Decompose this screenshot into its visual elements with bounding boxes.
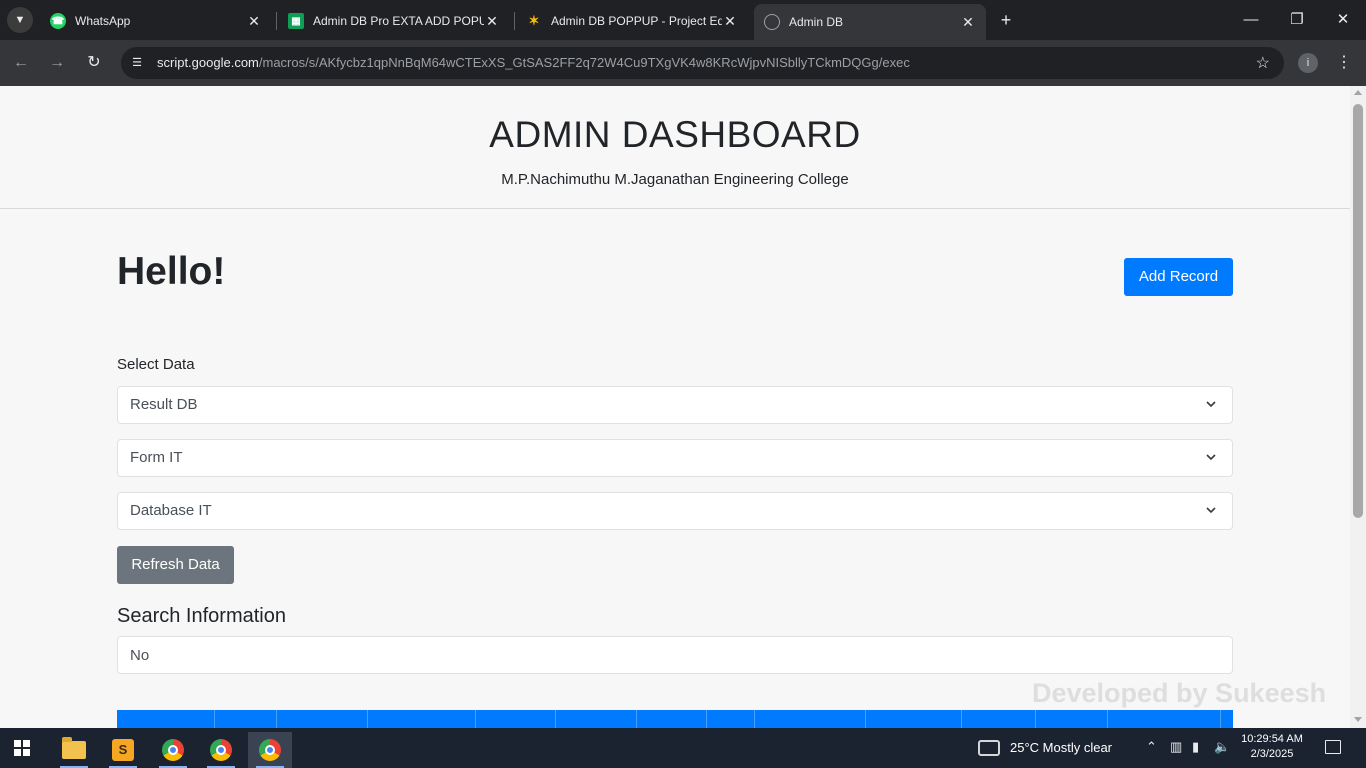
select-data-label: Select Data bbox=[117, 356, 195, 373]
notification-center-icon[interactable] bbox=[1325, 740, 1341, 754]
tab-divider bbox=[514, 12, 515, 30]
windows-taskbar: S 25°C Mostly clear ⌃ ▥ ▮ 🔈 10:29:54 AM … bbox=[0, 728, 1366, 768]
developer-watermark: Developed by Sukeesh bbox=[1032, 678, 1327, 708]
table-column-divider bbox=[754, 710, 755, 728]
refresh-data-button[interactable]: Refresh Data bbox=[117, 546, 234, 584]
scrollbar-thumb[interactable] bbox=[1353, 104, 1363, 518]
add-record-button[interactable]: Add Record bbox=[1124, 258, 1233, 296]
chevron-down-icon bbox=[1206, 454, 1216, 461]
bookmark-star-icon[interactable]: ☆ bbox=[1256, 53, 1270, 73]
clock-time: 10:29:54 AM bbox=[1241, 733, 1303, 745]
site-info-icon[interactable]: ☰ bbox=[129, 55, 145, 71]
weather-icon[interactable] bbox=[978, 740, 1000, 756]
back-button[interactable]: ← bbox=[9, 51, 33, 75]
select-database[interactable]: Database IT bbox=[117, 492, 1233, 530]
browser-toolbar: ← → ↻ ☰ script.google.com/macros/s/AKfyc… bbox=[0, 40, 1366, 86]
close-icon[interactable]: ✕ bbox=[246, 13, 262, 30]
globe-icon bbox=[764, 14, 780, 30]
dropdown-value: Database IT bbox=[130, 502, 212, 519]
tab-admin-db-pro[interactable]: ▦ Admin DB Pro EXTA ADD POPUP ✕ bbox=[278, 6, 510, 36]
network-icon[interactable]: ▥ bbox=[1170, 739, 1182, 755]
tab-whatsapp[interactable]: ☎ WhatsApp ✕ bbox=[40, 6, 272, 36]
page-viewport: ADMIN DASHBOARD M.P.Nachimuthu M.Jaganat… bbox=[0, 86, 1366, 728]
close-icon[interactable]: ✕ bbox=[960, 14, 976, 31]
chrome-active-icon[interactable] bbox=[248, 732, 292, 768]
tab-divider bbox=[276, 12, 277, 30]
address-bar[interactable]: ☰ script.google.com/macros/s/AKfycbz1qpN… bbox=[121, 47, 1284, 79]
browser-menu-icon[interactable]: ⋮ bbox=[1336, 51, 1352, 75]
clock-date: 2/3/2025 bbox=[1250, 748, 1294, 760]
select-form[interactable]: Form IT bbox=[117, 439, 1233, 477]
tab-label: Admin DB POPPUP - Project Edi bbox=[551, 14, 722, 28]
table-column-divider bbox=[1220, 710, 1221, 728]
table-column-divider bbox=[475, 710, 476, 728]
minimize-button[interactable]: — bbox=[1228, 8, 1274, 32]
table-column-divider bbox=[961, 710, 962, 728]
close-window-button[interactable]: ✕ bbox=[1320, 8, 1366, 32]
whatsapp-icon: ☎ bbox=[50, 13, 66, 29]
chevron-down-icon bbox=[1206, 507, 1216, 514]
weather-text[interactable]: 25°C Mostly clear bbox=[1010, 740, 1112, 755]
table-column-divider bbox=[706, 710, 707, 728]
tab-admin-db-poppup[interactable]: ✶ Admin DB POPPUP - Project Edi ✕ bbox=[516, 6, 748, 36]
profile-avatar-icon[interactable]: i bbox=[1298, 53, 1318, 73]
search-heading: Search Information bbox=[117, 605, 286, 627]
dropdown-value: Result DB bbox=[130, 396, 198, 413]
chevron-down-icon bbox=[1206, 401, 1216, 408]
data-table-header bbox=[117, 710, 1233, 728]
reload-button[interactable]: ↻ bbox=[82, 51, 106, 75]
apps-script-icon: ✶ bbox=[528, 13, 540, 28]
college-name: M.P.Nachimuthu M.Jaganathan Engineering … bbox=[501, 171, 849, 188]
browser-tab-strip: ▼ ☎ WhatsApp ✕ ▦ Admin DB Pro EXTA ADD P… bbox=[0, 0, 1366, 40]
page-scrollbar[interactable] bbox=[1350, 86, 1366, 728]
scroll-down-arrow-icon[interactable] bbox=[1354, 717, 1362, 722]
tab-search-button[interactable]: ▼ bbox=[7, 7, 33, 33]
scroll-up-arrow-icon[interactable] bbox=[1354, 90, 1362, 95]
tab-label: Admin DB bbox=[789, 15, 844, 29]
table-column-divider bbox=[367, 710, 368, 728]
table-column-divider bbox=[555, 710, 556, 728]
table-column-divider bbox=[1035, 710, 1036, 728]
table-column-divider bbox=[276, 710, 277, 728]
file-explorer-icon[interactable] bbox=[52, 732, 96, 768]
dropdown-value: Form IT bbox=[130, 449, 183, 466]
greeting-heading: Hello! bbox=[117, 250, 226, 293]
sublime-text-icon[interactable]: S bbox=[101, 732, 145, 768]
tab-label: WhatsApp bbox=[75, 14, 131, 28]
search-input[interactable] bbox=[117, 636, 1233, 674]
battery-icon[interactable]: ▮ bbox=[1192, 739, 1199, 755]
select-result-db[interactable]: Result DB bbox=[117, 386, 1233, 424]
url-text[interactable]: script.google.com/macros/s/AKfycbz1qpNnB… bbox=[157, 55, 1217, 72]
sheets-icon: ▦ bbox=[288, 13, 304, 29]
taskbar-clock[interactable]: 10:29:54 AM 2/3/2025 bbox=[1240, 732, 1304, 762]
page-title: ADMIN DASHBOARD bbox=[489, 114, 861, 155]
chrome-icon[interactable] bbox=[199, 732, 243, 768]
table-column-divider bbox=[1107, 710, 1108, 728]
new-tab-button[interactable]: + bbox=[995, 9, 1017, 31]
close-icon[interactable]: ✕ bbox=[722, 13, 738, 30]
table-column-divider bbox=[865, 710, 866, 728]
windows-start-icon[interactable] bbox=[14, 740, 30, 756]
forward-button[interactable]: → bbox=[45, 51, 69, 75]
tab-label: Admin DB Pro EXTA ADD POPUP bbox=[313, 14, 484, 28]
volume-icon[interactable]: 🔈 bbox=[1214, 739, 1230, 755]
table-column-divider bbox=[636, 710, 637, 728]
chrome-profile-icon[interactable] bbox=[151, 732, 195, 768]
table-column-divider bbox=[214, 710, 215, 728]
site-header: ADMIN DASHBOARD M.P.Nachimuthu M.Jaganat… bbox=[0, 86, 1350, 209]
show-hidden-icons-icon[interactable]: ⌃ bbox=[1146, 739, 1157, 755]
close-icon[interactable]: ✕ bbox=[484, 13, 500, 30]
tab-admin-db[interactable]: Admin DB ✕ bbox=[754, 4, 986, 40]
restore-button[interactable]: ❐ bbox=[1274, 8, 1320, 32]
